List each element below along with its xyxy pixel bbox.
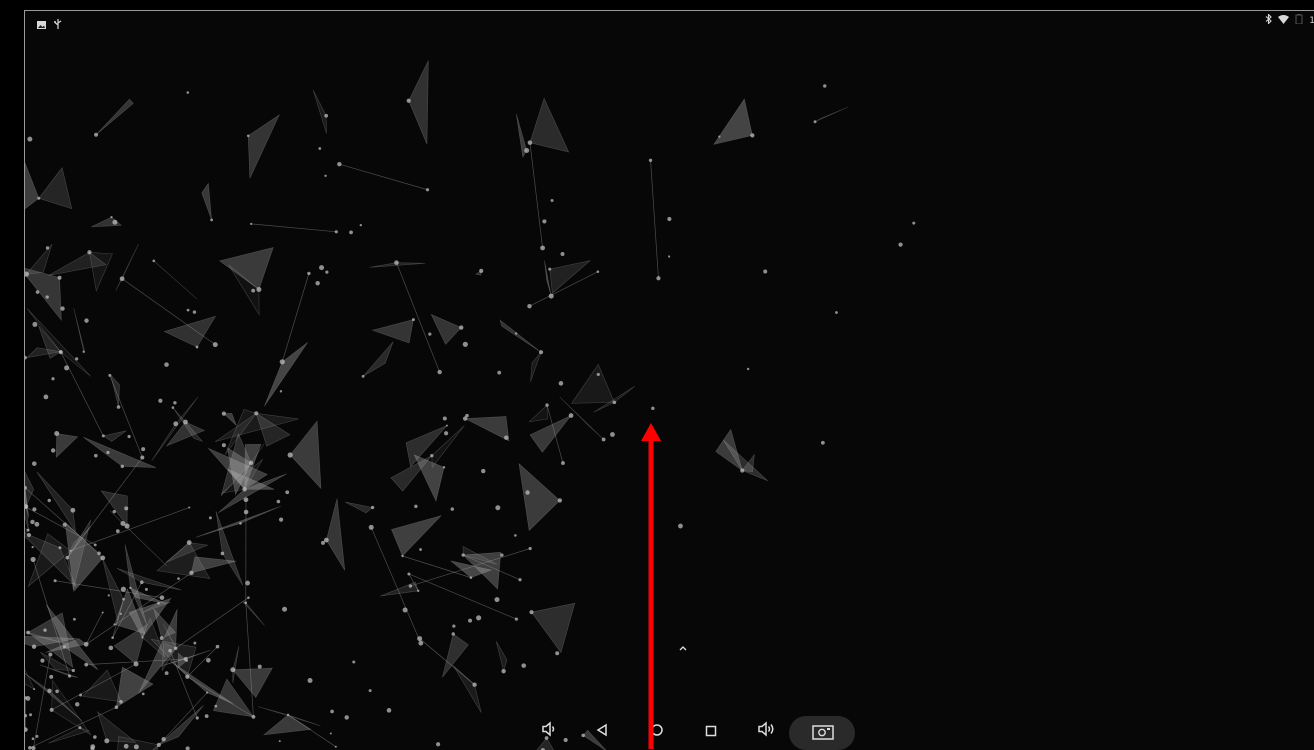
home-screen[interactable]: 1 [24,10,1314,750]
arrow-head [641,423,661,441]
swipe-up-arrow [25,11,1314,750]
